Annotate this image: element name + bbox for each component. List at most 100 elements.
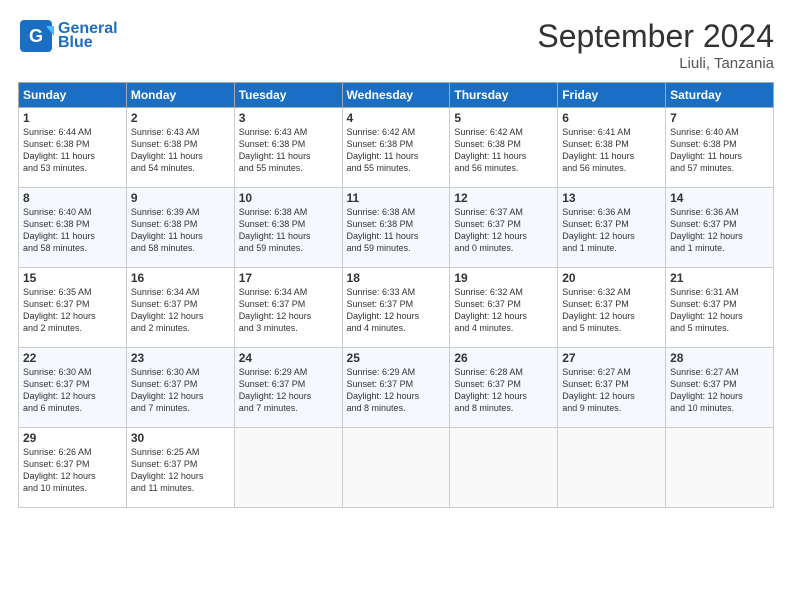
calendar-cell: 20Sunrise: 6:32 AM Sunset: 6:37 PM Dayli… <box>558 268 666 348</box>
day-info: Sunrise: 6:28 AM Sunset: 6:37 PM Dayligh… <box>454 366 553 415</box>
calendar-cell: 10Sunrise: 6:38 AM Sunset: 6:38 PM Dayli… <box>234 188 342 268</box>
header: G General Blue September 2024 Liuli, Tan… <box>18 18 774 72</box>
day-info: Sunrise: 6:36 AM Sunset: 6:37 PM Dayligh… <box>670 206 769 255</box>
day-info: Sunrise: 6:42 AM Sunset: 6:38 PM Dayligh… <box>454 126 553 175</box>
day-info: Sunrise: 6:37 AM Sunset: 6:37 PM Dayligh… <box>454 206 553 255</box>
calendar-cell: 19Sunrise: 6:32 AM Sunset: 6:37 PM Dayli… <box>450 268 558 348</box>
location-title: Liuli, Tanzania <box>537 55 774 72</box>
day-info: Sunrise: 6:32 AM Sunset: 6:37 PM Dayligh… <box>562 286 661 335</box>
calendar-cell: 23Sunrise: 6:30 AM Sunset: 6:37 PM Dayli… <box>126 348 234 428</box>
day-number: 4 <box>347 111 446 125</box>
calendar-cell: 17Sunrise: 6:34 AM Sunset: 6:37 PM Dayli… <box>234 268 342 348</box>
calendar-cell <box>450 428 558 508</box>
title-block: September 2024 Liuli, Tanzania <box>537 18 774 72</box>
day-info: Sunrise: 6:25 AM Sunset: 6:37 PM Dayligh… <box>131 446 230 495</box>
day-info: Sunrise: 6:38 AM Sunset: 6:38 PM Dayligh… <box>239 206 338 255</box>
day-info: Sunrise: 6:36 AM Sunset: 6:37 PM Dayligh… <box>562 206 661 255</box>
calendar-header-wednesday: Wednesday <box>342 83 450 108</box>
day-number: 17 <box>239 271 338 285</box>
day-info: Sunrise: 6:40 AM Sunset: 6:38 PM Dayligh… <box>670 126 769 175</box>
calendar-cell: 13Sunrise: 6:36 AM Sunset: 6:37 PM Dayli… <box>558 188 666 268</box>
day-info: Sunrise: 6:41 AM Sunset: 6:38 PM Dayligh… <box>562 126 661 175</box>
day-info: Sunrise: 6:38 AM Sunset: 6:38 PM Dayligh… <box>347 206 446 255</box>
day-info: Sunrise: 6:35 AM Sunset: 6:37 PM Dayligh… <box>23 286 122 335</box>
day-number: 12 <box>454 191 553 205</box>
day-info: Sunrise: 6:27 AM Sunset: 6:37 PM Dayligh… <box>562 366 661 415</box>
day-number: 7 <box>670 111 769 125</box>
day-number: 16 <box>131 271 230 285</box>
day-number: 5 <box>454 111 553 125</box>
day-number: 8 <box>23 191 122 205</box>
calendar-week-1: 1Sunrise: 6:44 AM Sunset: 6:38 PM Daylig… <box>19 108 774 188</box>
calendar-week-3: 15Sunrise: 6:35 AM Sunset: 6:37 PM Dayli… <box>19 268 774 348</box>
calendar-cell: 18Sunrise: 6:33 AM Sunset: 6:37 PM Dayli… <box>342 268 450 348</box>
day-info: Sunrise: 6:32 AM Sunset: 6:37 PM Dayligh… <box>454 286 553 335</box>
day-number: 24 <box>239 351 338 365</box>
calendar-cell: 16Sunrise: 6:34 AM Sunset: 6:37 PM Dayli… <box>126 268 234 348</box>
day-info: Sunrise: 6:44 AM Sunset: 6:38 PM Dayligh… <box>23 126 122 175</box>
calendar-cell: 2Sunrise: 6:43 AM Sunset: 6:38 PM Daylig… <box>126 108 234 188</box>
day-number: 6 <box>562 111 661 125</box>
day-number: 2 <box>131 111 230 125</box>
calendar-cell: 21Sunrise: 6:31 AM Sunset: 6:37 PM Dayli… <box>666 268 774 348</box>
calendar-week-5: 29Sunrise: 6:26 AM Sunset: 6:37 PM Dayli… <box>19 428 774 508</box>
calendar-header-tuesday: Tuesday <box>234 83 342 108</box>
day-number: 30 <box>131 431 230 445</box>
calendar-cell: 22Sunrise: 6:30 AM Sunset: 6:37 PM Dayli… <box>19 348 127 428</box>
day-info: Sunrise: 6:29 AM Sunset: 6:37 PM Dayligh… <box>347 366 446 415</box>
day-number: 21 <box>670 271 769 285</box>
calendar-cell <box>558 428 666 508</box>
day-number: 14 <box>670 191 769 205</box>
calendar-week-4: 22Sunrise: 6:30 AM Sunset: 6:37 PM Dayli… <box>19 348 774 428</box>
day-info: Sunrise: 6:43 AM Sunset: 6:38 PM Dayligh… <box>239 126 338 175</box>
day-number: 15 <box>23 271 122 285</box>
calendar-cell: 6Sunrise: 6:41 AM Sunset: 6:38 PM Daylig… <box>558 108 666 188</box>
calendar-header-row: SundayMondayTuesdayWednesdayThursdayFrid… <box>19 83 774 108</box>
day-info: Sunrise: 6:27 AM Sunset: 6:37 PM Dayligh… <box>670 366 769 415</box>
day-number: 3 <box>239 111 338 125</box>
calendar-cell: 30Sunrise: 6:25 AM Sunset: 6:37 PM Dayli… <box>126 428 234 508</box>
day-number: 23 <box>131 351 230 365</box>
calendar-cell <box>342 428 450 508</box>
calendar-cell: 1Sunrise: 6:44 AM Sunset: 6:38 PM Daylig… <box>19 108 127 188</box>
page: G General Blue September 2024 Liuli, Tan… <box>0 0 792 612</box>
day-number: 20 <box>562 271 661 285</box>
day-info: Sunrise: 6:34 AM Sunset: 6:37 PM Dayligh… <box>239 286 338 335</box>
calendar-cell: 24Sunrise: 6:29 AM Sunset: 6:37 PM Dayli… <box>234 348 342 428</box>
day-info: Sunrise: 6:34 AM Sunset: 6:37 PM Dayligh… <box>131 286 230 335</box>
calendar-week-2: 8Sunrise: 6:40 AM Sunset: 6:38 PM Daylig… <box>19 188 774 268</box>
calendar-cell: 28Sunrise: 6:27 AM Sunset: 6:37 PM Dayli… <box>666 348 774 428</box>
day-number: 19 <box>454 271 553 285</box>
calendar-cell: 14Sunrise: 6:36 AM Sunset: 6:37 PM Dayli… <box>666 188 774 268</box>
calendar-cell: 7Sunrise: 6:40 AM Sunset: 6:38 PM Daylig… <box>666 108 774 188</box>
day-info: Sunrise: 6:33 AM Sunset: 6:37 PM Dayligh… <box>347 286 446 335</box>
day-info: Sunrise: 6:26 AM Sunset: 6:37 PM Dayligh… <box>23 446 122 495</box>
calendar-cell: 27Sunrise: 6:27 AM Sunset: 6:37 PM Dayli… <box>558 348 666 428</box>
calendar-cell: 3Sunrise: 6:43 AM Sunset: 6:38 PM Daylig… <box>234 108 342 188</box>
day-info: Sunrise: 6:30 AM Sunset: 6:37 PM Dayligh… <box>131 366 230 415</box>
calendar-cell: 15Sunrise: 6:35 AM Sunset: 6:37 PM Dayli… <box>19 268 127 348</box>
calendar-cell: 9Sunrise: 6:39 AM Sunset: 6:38 PM Daylig… <box>126 188 234 268</box>
calendar-header-saturday: Saturday <box>666 83 774 108</box>
day-info: Sunrise: 6:31 AM Sunset: 6:37 PM Dayligh… <box>670 286 769 335</box>
day-number: 9 <box>131 191 230 205</box>
day-number: 29 <box>23 431 122 445</box>
calendar-cell: 26Sunrise: 6:28 AM Sunset: 6:37 PM Dayli… <box>450 348 558 428</box>
day-number: 27 <box>562 351 661 365</box>
logo-icon: G <box>18 18 54 54</box>
calendar-cell: 8Sunrise: 6:40 AM Sunset: 6:38 PM Daylig… <box>19 188 127 268</box>
calendar-header-monday: Monday <box>126 83 234 108</box>
day-info: Sunrise: 6:42 AM Sunset: 6:38 PM Dayligh… <box>347 126 446 175</box>
day-info: Sunrise: 6:29 AM Sunset: 6:37 PM Dayligh… <box>239 366 338 415</box>
day-number: 26 <box>454 351 553 365</box>
day-info: Sunrise: 6:30 AM Sunset: 6:37 PM Dayligh… <box>23 366 122 415</box>
svg-text:G: G <box>29 26 43 46</box>
day-info: Sunrise: 6:39 AM Sunset: 6:38 PM Dayligh… <box>131 206 230 255</box>
calendar-cell <box>234 428 342 508</box>
logo: G General Blue <box>18 18 118 54</box>
calendar-header-sunday: Sunday <box>19 83 127 108</box>
calendar-cell: 5Sunrise: 6:42 AM Sunset: 6:38 PM Daylig… <box>450 108 558 188</box>
day-number: 25 <box>347 351 446 365</box>
calendar-header-friday: Friday <box>558 83 666 108</box>
calendar-cell <box>666 428 774 508</box>
